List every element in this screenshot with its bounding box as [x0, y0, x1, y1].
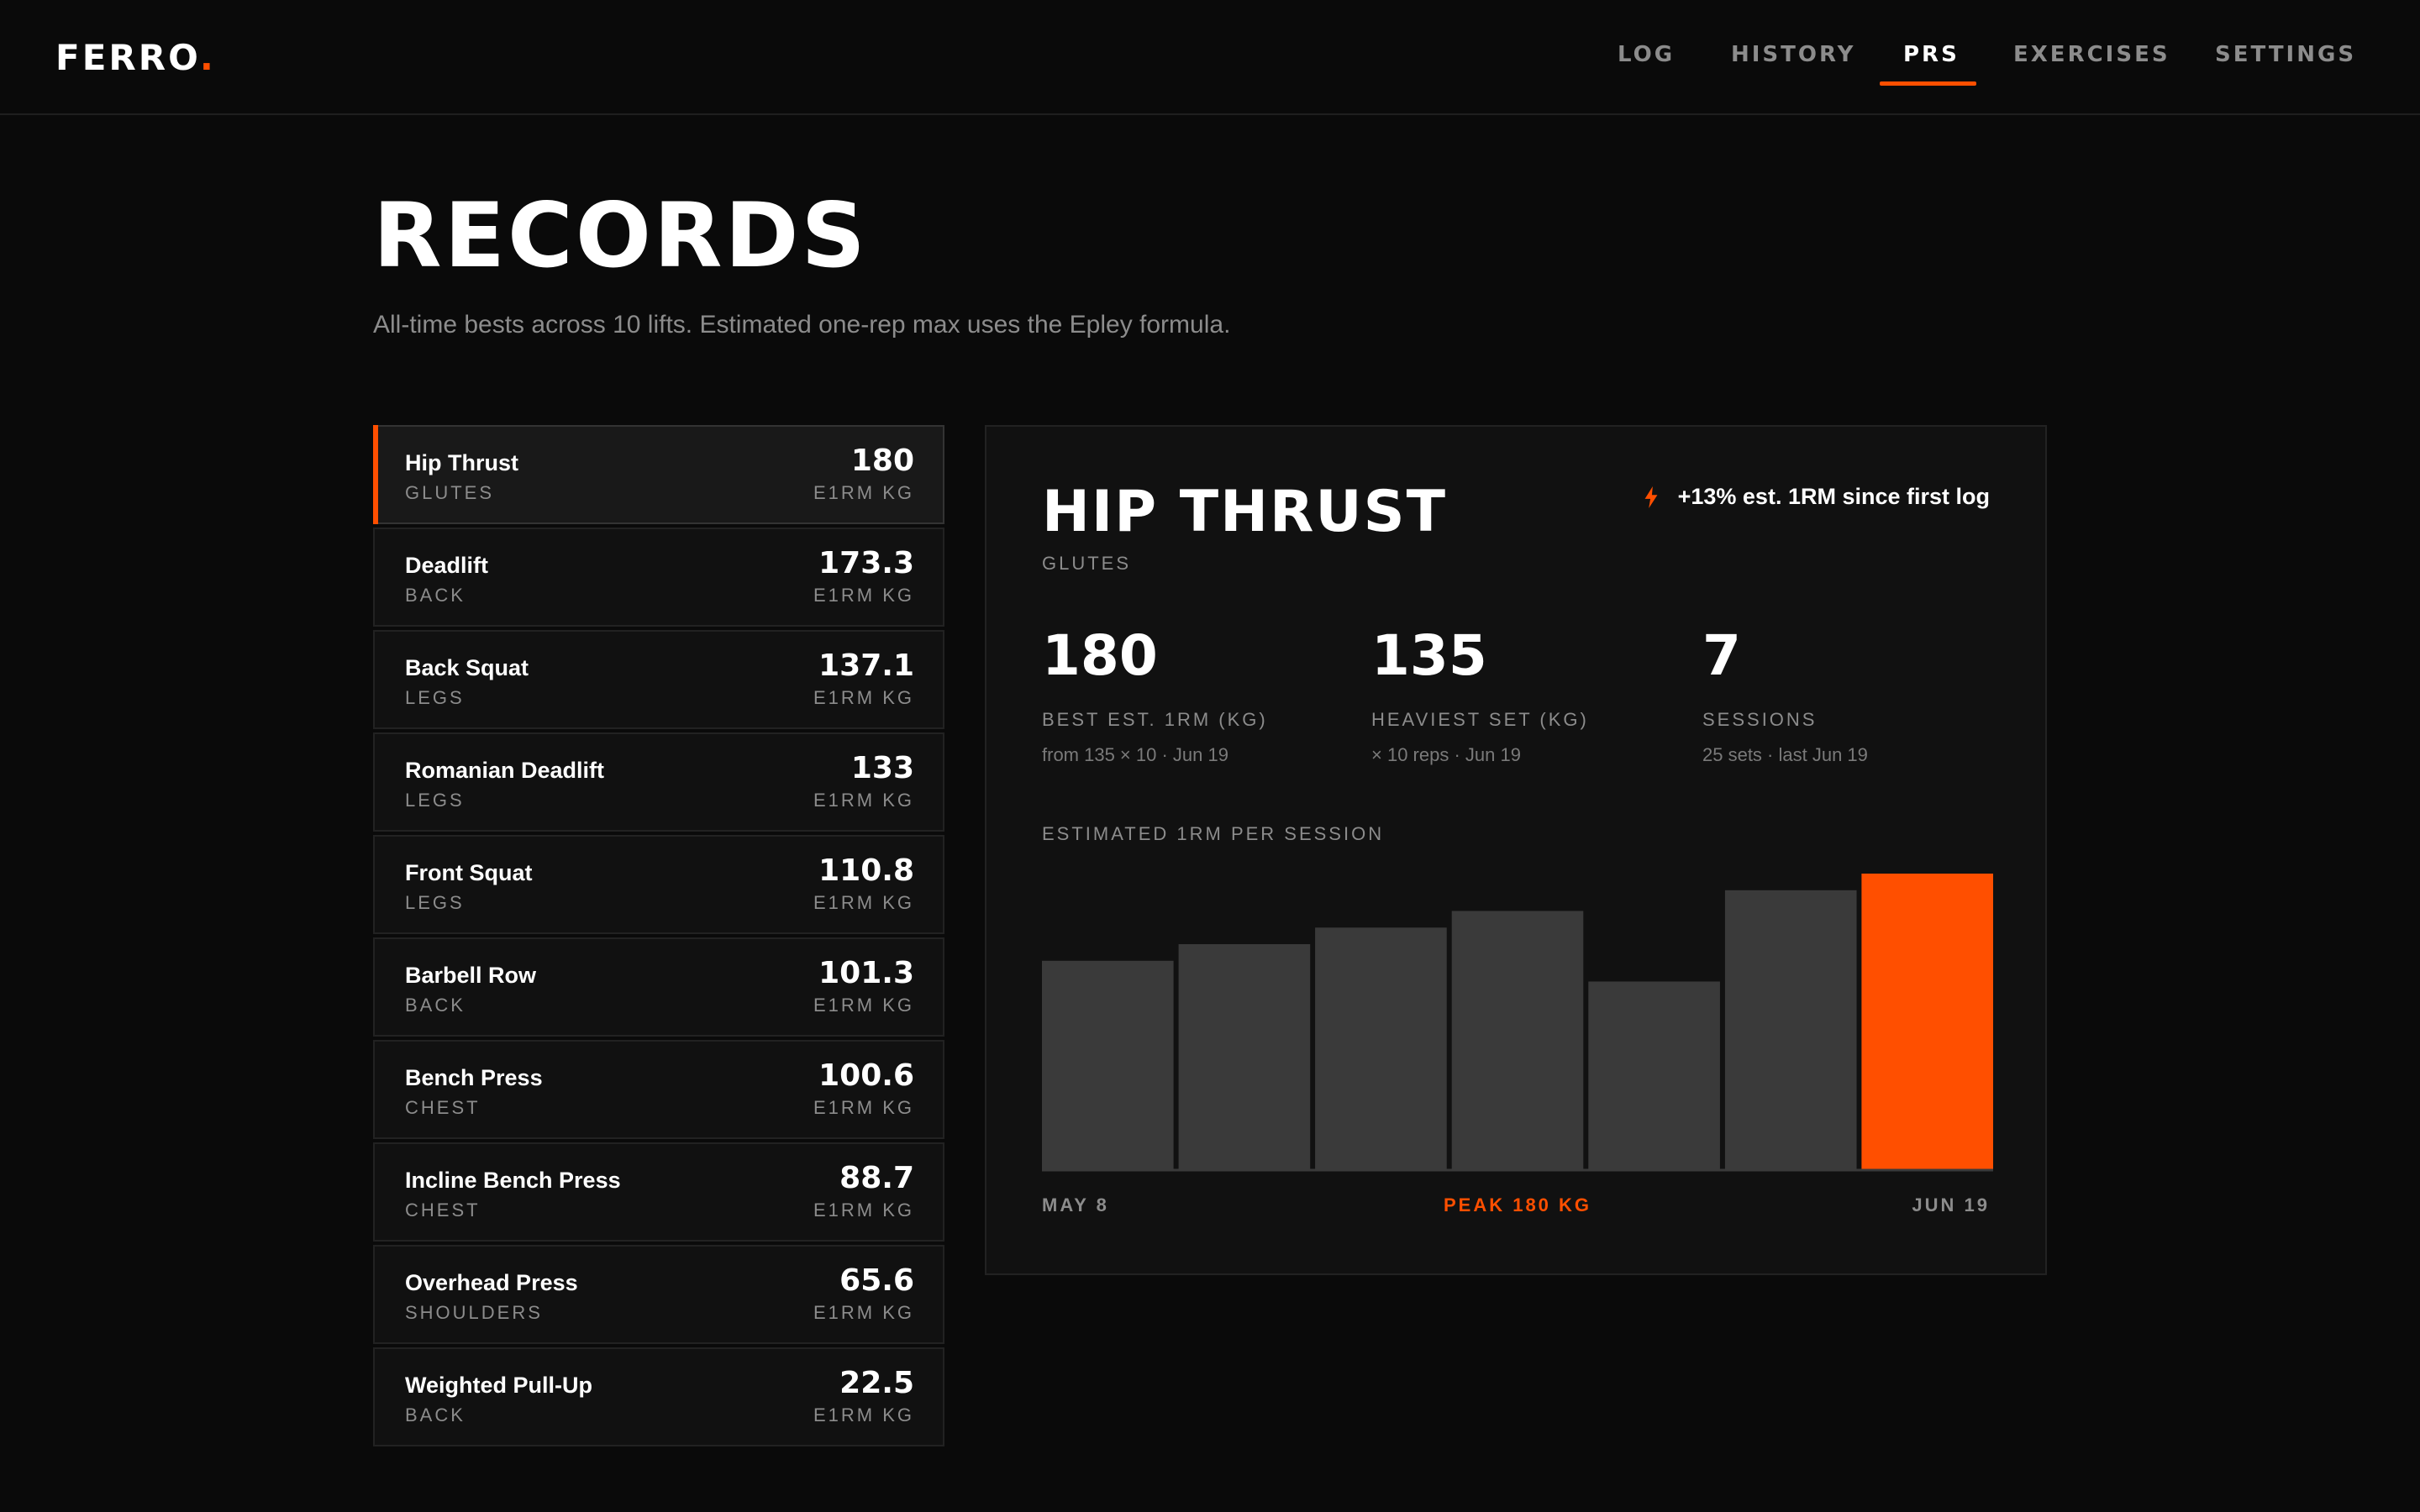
- chart-bar: [1588, 981, 1720, 1169]
- lift-unit: E1RM KG: [813, 1097, 914, 1118]
- lift-category: CHEST: [405, 1097, 481, 1118]
- lift-unit: E1RM KG: [813, 482, 914, 503]
- lift-name: Deadlift: [405, 553, 489, 578]
- chart-bar: [1315, 927, 1447, 1169]
- e1rm-bar-chart: [1042, 874, 1993, 1172]
- lift-category: BACK: [405, 995, 466, 1016]
- lift-name: Barbell Row: [405, 963, 537, 988]
- nav-log[interactable]: LOG: [1618, 42, 1675, 67]
- lift-category: BACK: [405, 1404, 466, 1425]
- logo-dot: .: [199, 37, 216, 78]
- lift-item-overhead-press[interactable]: Overhead Press SHOULDERS 65.6 E1RM KG: [373, 1245, 944, 1344]
- progress-badge: +13% est. 1RM since first log: [1643, 484, 1990, 510]
- lift-name: Back Squat: [405, 655, 529, 680]
- nav-active-indicator: [1880, 81, 1976, 86]
- nav-history[interactable]: HISTORY: [1731, 42, 1855, 67]
- chart-bar: [1724, 890, 1857, 1169]
- lift-item-hip-thrust[interactable]: Hip Thrust GLUTES 180 E1RM KG: [373, 425, 944, 524]
- lift-name: Overhead Press: [405, 1270, 578, 1295]
- lift-name: Bench Press: [405, 1065, 543, 1090]
- nav-exercises[interactable]: EXERCISES: [2013, 42, 2170, 67]
- detail-panel: HIP THRUST GLUTES +13% est. 1RM since fi…: [985, 425, 2047, 1275]
- lift-name: Romanian Deadlift: [405, 758, 605, 783]
- stat-value: 7: [1702, 623, 1741, 688]
- lift-item-barbell-row[interactable]: Barbell Row BACK 101.3 E1RM KG: [373, 937, 944, 1037]
- stat-sub: from 135 × 10 · Jun 19: [1042, 744, 1228, 765]
- lift-value: 110.8: [818, 853, 914, 888]
- lift-value: 101.3: [818, 956, 914, 990]
- bolt-icon: [1644, 486, 1658, 508]
- lift-value: 100.6: [818, 1058, 914, 1093]
- lift-item-incline-bench-press[interactable]: Incline Bench Press CHEST 88.7 E1RM KG: [373, 1142, 944, 1242]
- nav-settings[interactable]: SETTINGS: [2215, 42, 2356, 67]
- logo-text: FERRO: [55, 37, 200, 78]
- nav-prs[interactable]: PRS: [1903, 42, 1960, 67]
- lift-item-front-squat[interactable]: Front Squat LEGS 110.8 E1RM KG: [373, 835, 944, 934]
- lift-value: 133: [850, 751, 914, 785]
- lift-category: LEGS: [405, 892, 465, 913]
- lift-unit: E1RM KG: [813, 1200, 914, 1221]
- stat-label: HEAVIEST SET (KG): [1371, 709, 1589, 730]
- badge-text: +13% est. 1RM since first log: [1677, 484, 1990, 509]
- lift-item-bench-press[interactable]: Bench Press CHEST 100.6 E1RM KG: [373, 1040, 944, 1139]
- lift-category: GLUTES: [405, 482, 495, 503]
- lift-unit: E1RM KG: [813, 585, 914, 606]
- chart-bar: [1451, 911, 1584, 1169]
- lift-unit: E1RM KG: [813, 1404, 914, 1425]
- chart-bar: [1178, 944, 1311, 1169]
- lift-unit: E1RM KG: [813, 995, 914, 1016]
- lift-unit: E1RM KG: [813, 1302, 914, 1323]
- lift-unit: E1RM KG: [813, 790, 914, 811]
- lift-category: LEGS: [405, 687, 465, 708]
- chart-title: ESTIMATED 1RM PER SESSION: [1042, 823, 1385, 844]
- stat-label: BEST EST. 1RM (KG): [1042, 709, 1268, 730]
- lift-name: Weighted Pull-Up: [405, 1373, 592, 1398]
- lift-value: 65.6: [839, 1263, 914, 1298]
- lift-value: 137.1: [818, 648, 914, 683]
- lift-category: SHOULDERS: [405, 1302, 543, 1323]
- logo[interactable]: FERRO.: [55, 37, 216, 78]
- stat-value: 180: [1042, 623, 1158, 688]
- lift-name: Hip Thrust: [405, 450, 518, 475]
- lift-category: LEGS: [405, 790, 465, 811]
- top-bar: FERRO. LOG HISTORY PRS EXERCISES SETTING…: [0, 0, 2420, 115]
- detail-category: GLUTES: [1042, 553, 1132, 574]
- chart-axis-peak: PEAK 180 KG: [1443, 1194, 1592, 1215]
- lift-name: Incline Bench Press: [405, 1168, 621, 1193]
- stat-best-e1rm: 180 BEST EST. 1RM (KG) from 135 × 10 · J…: [1042, 628, 1268, 766]
- lift-value: 173.3: [818, 546, 914, 580]
- page-subtitle: All-time bests across 10 lifts. Estimate…: [373, 311, 1231, 339]
- lift-value: 88.7: [839, 1161, 914, 1195]
- stat-label: SESSIONS: [1702, 709, 1818, 730]
- lift-name: Front Squat: [405, 860, 533, 885]
- stat-sessions: 7 SESSIONS 25 sets · last Jun 19: [1702, 628, 1868, 766]
- stat-sub: 25 sets · last Jun 19: [1702, 744, 1868, 765]
- lift-category: CHEST: [405, 1200, 481, 1221]
- lift-value: 22.5: [839, 1366, 914, 1400]
- detail-title: HIP THRUST: [1042, 479, 1447, 545]
- lift-unit: E1RM KG: [813, 687, 914, 708]
- stat-value: 135: [1371, 623, 1487, 688]
- lift-item-deadlift[interactable]: Deadlift BACK 173.3 E1RM KG: [373, 528, 944, 627]
- chart-bar: [1042, 960, 1174, 1169]
- lift-unit: E1RM KG: [813, 892, 914, 913]
- lift-item-back-squat[interactable]: Back Squat LEGS 137.1 E1RM KG: [373, 630, 944, 729]
- lift-item-weighted-pull-up[interactable]: Weighted Pull-Up BACK 22.5 E1RM KG: [373, 1347, 944, 1446]
- lift-value: 180: [850, 444, 914, 478]
- stat-sub: × 10 reps · Jun 19: [1371, 744, 1521, 765]
- page-title: RECORDS: [373, 184, 868, 287]
- lift-category: BACK: [405, 585, 466, 606]
- chart-axis-end: JUN 19: [1912, 1194, 1990, 1215]
- stat-heaviest-set: 135 HEAVIEST SET (KG) × 10 reps · Jun 19: [1371, 628, 1589, 766]
- lift-item-romanian-deadlift[interactable]: Romanian Deadlift LEGS 133 E1RM KG: [373, 732, 944, 832]
- chart-bar-peak: [1861, 874, 1993, 1169]
